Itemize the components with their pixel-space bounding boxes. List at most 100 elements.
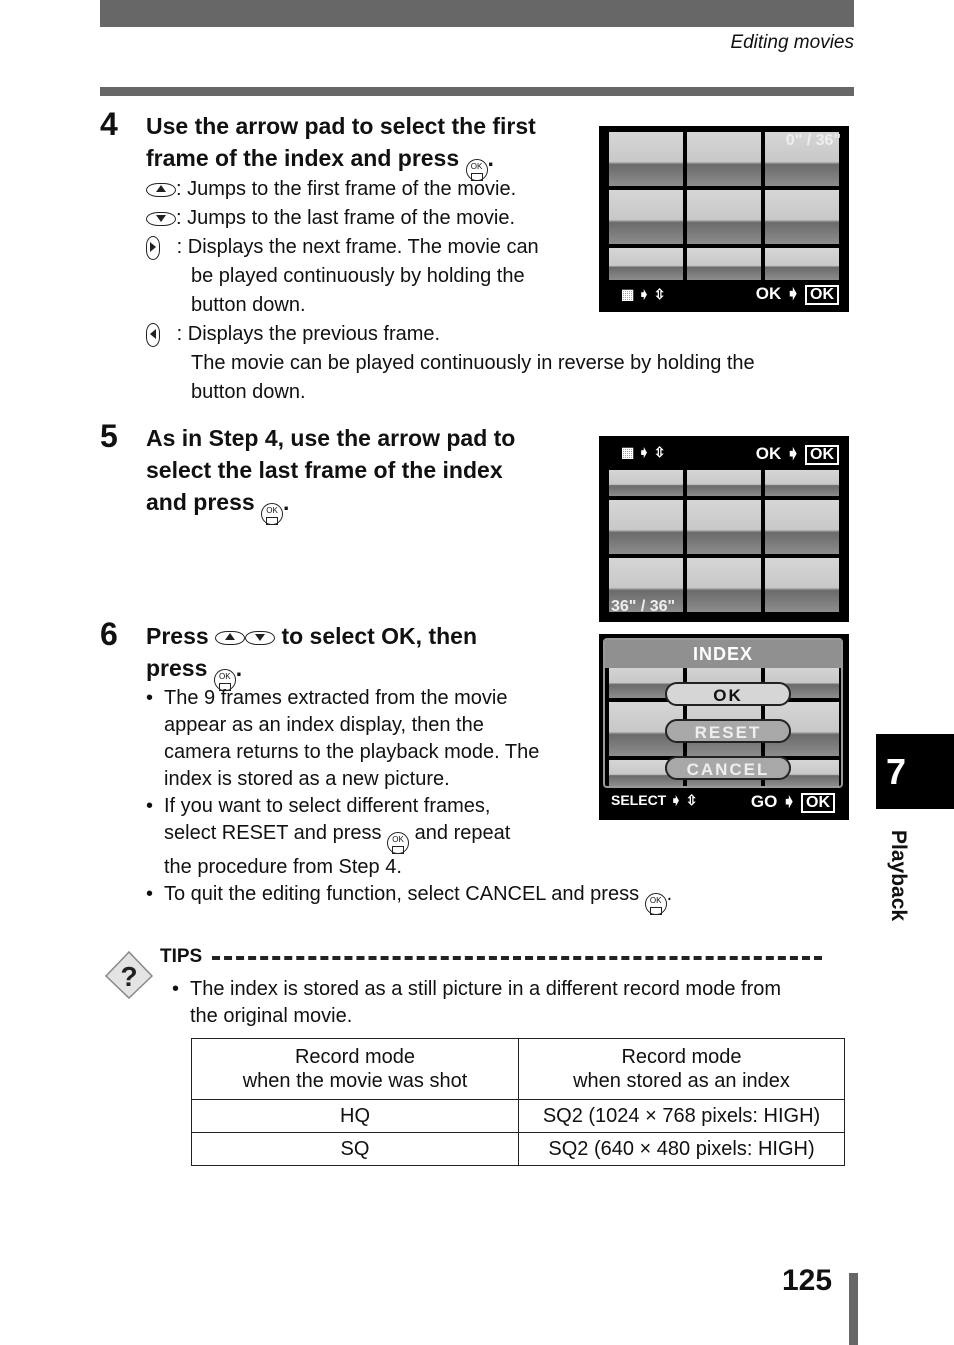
heading-line: to select OK, then [281,623,477,649]
record-mode-table: Record mode when the movie was shot Recor… [191,1038,845,1166]
arrow-pad-up-icon [146,182,176,197]
heading-punct: . [235,655,243,681]
menu-option-ok[interactable]: OK [665,682,791,706]
arrow-pad-left-icon [146,322,160,347]
item-text: : Displays the previous frame. [176,323,441,345]
time-counter: 36" / 36" [611,598,676,615]
table-cell: HQ [191,1099,519,1133]
step-heading: Press to select OK, then press OK. [146,620,477,691]
frame-thumb [609,248,683,280]
frame-thumb [687,190,761,244]
time-counter: 0" / 36" [785,132,841,149]
header-line: Record mode [294,1046,416,1068]
header-line: Record mode [621,1046,742,1068]
item-text: The movie can be played continuously in … [191,352,755,374]
frame-thumb [765,470,839,496]
frame-thumb [609,470,683,496]
ok-box: OK [805,285,839,305]
ok-label: OK [755,444,782,463]
heading-punct: . [487,145,494,171]
item-text: button down. [191,381,306,403]
arrow-pad-up-icon [215,630,246,645]
frame-thumb [687,558,761,612]
table-row: SQ SQ2 (640 × 480 pixels: HIGH) [191,1132,845,1166]
frame-thumb [765,558,839,612]
ok-box: OK [801,793,835,813]
step-number: 6 [100,616,118,652]
tips-line: The index is stored as a still picture i… [190,978,782,1000]
arrow-pad-down-icon [146,211,176,226]
heading-line: frame of the index and press [146,145,460,171]
table-cell: SQ [191,1132,519,1166]
arrow-pad-down-icon [245,630,276,645]
ok-hint: OK ➧ OK [756,284,839,305]
frame-thumb [687,132,761,186]
select-label: SELECT [611,792,667,808]
tips-divider [212,956,822,960]
heading-line: Use the arrow pad to select the first [146,113,536,139]
bullet-line: To quit the editing function, select CAN… [164,883,640,905]
frame-thumb [609,190,683,244]
heading-line: press [146,655,208,681]
table-row: HQ SQ2 (1024 × 768 pixels: HIGH) [191,1099,845,1133]
menu-title: INDEX [605,640,841,668]
camera-screen-last-frame: ▦ ➧ ⇳ OK ➧ OK 36" / 36" [599,436,849,622]
table-header: Record mode when stored as an index [518,1038,845,1100]
item-text: : Jumps to the first frame of the movie. [176,178,517,200]
go-label: GO [750,792,778,811]
chapter-label: Playback [887,830,910,922]
frame-grid [609,470,839,612]
tips-label: TIPS [160,946,203,967]
ok-hint: OK ➧ OK [756,444,839,465]
heading-line: and press [146,489,255,515]
header-line: when the movie was shot [242,1070,468,1092]
ok-box: OK [805,445,839,465]
camera-screen-index-menu: INDEX OK RESET CANCEL SELECT ➧ ⇳ GO ➧ OK [599,634,849,820]
ok-button-icon: OK [261,503,284,525]
frame-thumb [765,248,839,280]
frame-thumb [687,500,761,554]
frame-thumb [765,190,839,244]
header-bar [100,0,854,27]
item-text: : Jumps to the last frame of the movie. [176,207,516,229]
heading-line: As in Step 4, use the arrow pad to [146,425,516,451]
bullet-line: select RESET and press [164,822,382,844]
menu-option-cancel[interactable]: CANCEL [665,756,791,780]
go-hint: GO ➧ OK [751,792,835,813]
heading-punct: . [283,489,290,515]
table-cell: SQ2 (640 × 480 pixels: HIGH) [518,1132,845,1166]
header-rule [100,87,854,96]
frame-thumb [609,132,683,186]
heading-line: Press [146,623,209,649]
camera-screen-first-frame: 0" / 36" ▦ ➧ ⇳ OK ➧ OK [599,126,849,312]
page-number: 125 [782,1264,833,1297]
table-cell: SQ2 (1024 × 768 pixels: HIGH) [518,1099,845,1133]
bullet-line: and repeat [414,822,511,844]
page-bar [849,1273,858,1345]
svg-text:?: ? [120,961,137,992]
step-number: 4 [100,106,118,142]
heading-line: select the last frame of the index [146,457,503,483]
frame-thumb [687,470,761,496]
table-header: Record mode when the movie was shot [191,1038,519,1100]
index-menu: INDEX OK RESET CANCEL [603,638,843,788]
frame-thumb [687,248,761,280]
section-title: Editing movies [730,32,854,53]
arrow-pad-right-icon [146,235,160,260]
bullet-item: To quit the editing function, select CAN… [146,881,846,915]
step-heading: Use the arrow pad to select the first fr… [146,110,536,181]
frame-grid [609,132,839,280]
ok-button-icon: OK [644,893,667,915]
header-line: when stored as an index [573,1070,790,1092]
step-number: 5 [100,418,118,454]
frame-thumb [609,500,683,554]
step-heading: As in Step 4, use the arrow pad to selec… [146,422,515,525]
select-hint: SELECT ➧ ⇳ [611,792,698,808]
table-header-row: Record mode when the movie was shot Recor… [191,1038,845,1100]
tips-line: the original movie. [190,1005,353,1027]
ok-label: OK [755,284,782,303]
menu-option-reset[interactable]: RESET [665,719,791,743]
index-grid-icon: ▦ ➧ ⇳ [621,286,666,302]
tips-question-icon: ? [104,950,154,1000]
bullet-punct: . [666,883,673,905]
